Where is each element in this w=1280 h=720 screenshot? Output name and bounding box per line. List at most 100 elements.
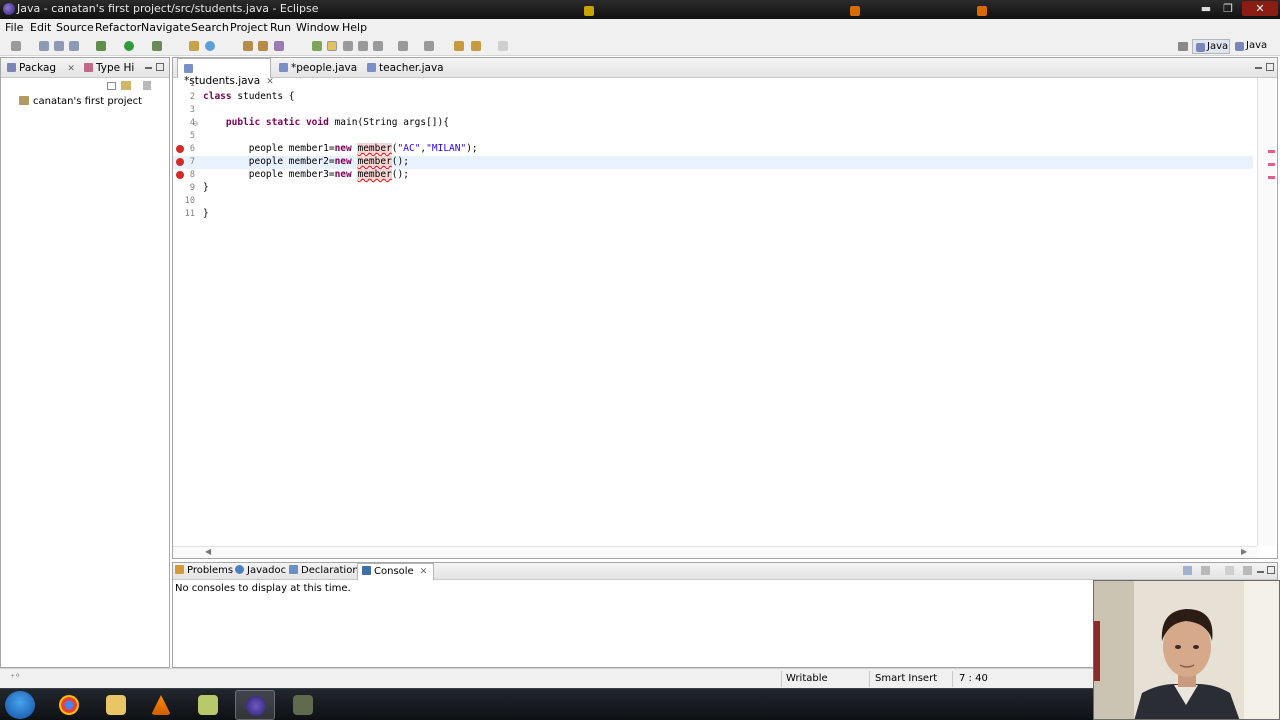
minimize-view-icon[interactable] — [145, 67, 152, 69]
status-hint-icon: ⁺° — [10, 673, 21, 684]
forward-icon[interactable] — [498, 41, 508, 51]
new-java-project-icon[interactable] — [189, 41, 199, 51]
menu-bar: File Edit Source Refactor Navigate Searc… — [0, 19, 1280, 37]
tab-type-hierarchy[interactable]: Type Hi — [84, 62, 134, 74]
link-with-editor-icon[interactable] — [121, 81, 131, 90]
taskbar-vlc[interactable] — [141, 690, 181, 720]
type-hierarchy-icon — [84, 63, 93, 72]
toggle-highlight-icon[interactable] — [327, 41, 337, 51]
minimize-view-icon[interactable] — [1255, 67, 1262, 69]
close-icon[interactable]: ✕ — [420, 567, 428, 577]
code-area[interactable]: 1 2 class students { 3 4 ⊖ public static v… — [173, 78, 1257, 546]
tab-problems[interactable]: Problems — [175, 565, 233, 576]
package-explorer-toolbar — [107, 80, 167, 92]
overview-error-marker[interactable] — [1268, 150, 1275, 153]
status-separator — [952, 671, 953, 687]
java-file-icon — [184, 64, 193, 73]
overview-error-marker[interactable] — [1268, 163, 1275, 166]
open-type-icon[interactable] — [243, 41, 253, 51]
package-explorer-panel: Packag ✕ Type Hi canatan's first project — [0, 57, 170, 668]
code-line: 1 — [173, 78, 1253, 91]
print-icon[interactable] — [69, 41, 79, 51]
prev-annotation-icon[interactable] — [424, 41, 434, 51]
tab-declaration[interactable]: Declaration — [289, 565, 359, 576]
save-all-icon[interactable] — [54, 41, 64, 51]
menu-source[interactable]: Source — [56, 21, 94, 34]
java-perspective-icon — [1196, 43, 1205, 52]
maximize-view-icon[interactable] — [156, 63, 164, 71]
run-icon[interactable] — [124, 41, 134, 51]
java-perspective-label: Java — [1207, 41, 1229, 52]
menu-navigate[interactable]: Navigate — [141, 21, 190, 34]
horizontal-scrollbar[interactable]: ◀ ▶ — [173, 546, 1257, 558]
save-icon[interactable] — [39, 41, 49, 51]
open-perspective-icon[interactable] — [1178, 42, 1188, 51]
keyword: public static void — [225, 117, 329, 128]
vertical-scrollbar[interactable] — [1257, 78, 1275, 546]
menu-search[interactable]: Search — [191, 21, 229, 34]
menu-help[interactable]: Help — [342, 21, 367, 34]
menu-refactor[interactable]: Refactor — [95, 21, 141, 34]
line-number: 9 — [189, 183, 195, 193]
menu-project[interactable]: Project — [230, 21, 268, 34]
taskbar-file-explorer[interactable] — [96, 690, 136, 720]
menu-run[interactable]: Run — [270, 21, 291, 34]
tab-students-java[interactable]: *students.java ✕ — [177, 58, 274, 87]
last-edit-icon[interactable] — [454, 41, 464, 51]
tab-package-explorer[interactable]: Packag ✕ — [7, 62, 75, 74]
pilcrow-icon[interactable] — [373, 41, 383, 51]
open-console-icon[interactable] — [1201, 566, 1210, 575]
tab-people-java[interactable]: *people.java — [275, 58, 357, 78]
maximize-button[interactable]: ❐ — [1218, 1, 1238, 16]
tab-javadoc[interactable]: Javadoc — [235, 565, 286, 576]
debug-icon[interactable] — [96, 41, 106, 51]
maximize-view-icon[interactable] — [1266, 63, 1274, 71]
external-tools-icon[interactable] — [152, 41, 162, 51]
webcam-overlay — [1093, 580, 1280, 720]
show-whitespace-icon[interactable] — [343, 41, 353, 51]
taskbar-chrome[interactable] — [49, 690, 89, 720]
taskbar-eclipse[interactable] — [235, 690, 275, 720]
menu-window[interactable]: Window — [296, 21, 339, 34]
pin-console-icon[interactable] — [1225, 566, 1234, 575]
error-token: member — [357, 169, 392, 180]
menu-file[interactable]: File — [5, 21, 23, 34]
java-perspective-label: Java — [1246, 40, 1268, 51]
view-menu-icon[interactable] — [143, 81, 151, 90]
collapse-all-icon[interactable] — [107, 82, 116, 90]
maximize-view-icon[interactable] — [1267, 566, 1275, 574]
taskbar-media[interactable] — [283, 690, 323, 720]
minimize-view-icon[interactable] — [1257, 571, 1264, 573]
search-icon[interactable] — [274, 41, 284, 51]
menu-edit[interactable]: Edit — [30, 21, 51, 34]
scroll-left-icon[interactable]: ◀ — [205, 547, 211, 556]
title-bar: Java - canatan's first project/src/stude… — [0, 0, 1280, 19]
string-literal: "AC" — [397, 143, 421, 154]
project-tree-item[interactable]: canatan's first project — [19, 96, 142, 107]
tab-console[interactable]: Console ✕ — [357, 563, 435, 580]
code-editor: *students.java ✕ *people.java teacher.jav… — [172, 57, 1278, 559]
java-perspective-button[interactable]: Java — [1192, 39, 1230, 54]
minimize-button[interactable]: ▬ — [1196, 1, 1216, 16]
taskbar-notes[interactable] — [188, 690, 228, 720]
block-selection-icon[interactable] — [358, 41, 368, 51]
back-icon[interactable] — [471, 41, 481, 51]
overview-error-marker[interactable] — [1268, 176, 1275, 179]
fold-icon[interactable]: ⊖ — [193, 119, 198, 128]
close-icon[interactable]: ✕ — [67, 64, 75, 74]
tab-label: Javadoc — [247, 565, 287, 576]
close-button[interactable]: ✕ — [1242, 1, 1278, 16]
new-icon[interactable] — [11, 41, 21, 51]
tab-teacher-java[interactable]: teacher.java — [363, 58, 444, 78]
code-text: people member1=new member("AC","MILAN"); — [203, 143, 478, 154]
start-button[interactable] — [5, 691, 35, 719]
view-menu-icon[interactable] — [1243, 566, 1252, 575]
next-annotation-icon[interactable] — [398, 41, 408, 51]
new-package-icon[interactable] — [205, 41, 215, 51]
line-number: 11 — [184, 209, 195, 219]
scroll-right-icon[interactable]: ▶ — [1241, 547, 1247, 556]
java-browsing-perspective-button[interactable]: Java — [1232, 39, 1268, 54]
toggle-mark-icon[interactable] — [312, 41, 322, 51]
display-console-icon[interactable] — [1183, 566, 1192, 575]
open-task-icon[interactable] — [258, 41, 268, 51]
